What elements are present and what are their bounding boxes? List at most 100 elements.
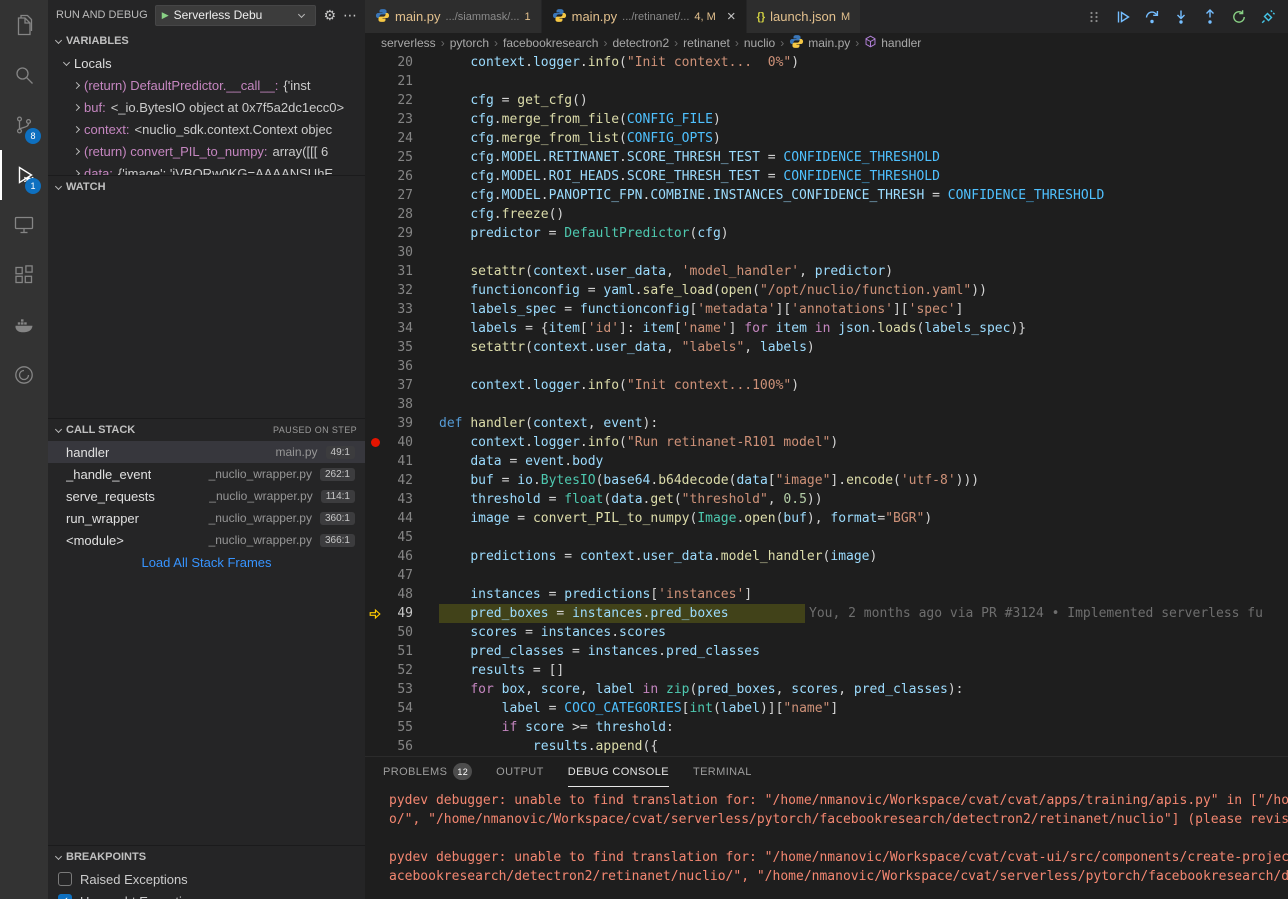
gutter-glyph-margin[interactable] [365, 680, 387, 699]
stack-frame-row[interactable]: _handle_event_nuclio_wrapper.py262:1 [48, 463, 365, 485]
line-content[interactable]: cfg = get_cfg() [439, 91, 588, 110]
gutter-glyph-margin[interactable] [365, 72, 387, 91]
checkbox[interactable]: ✓ [58, 894, 72, 899]
line-content[interactable]: context.logger.info("Init context... 0%"… [439, 53, 799, 72]
panel-tab-terminal[interactable]: TERMINAL [693, 757, 752, 787]
code-line[interactable]: 30 [365, 243, 1288, 262]
code-line[interactable]: 51 pred_classes = instances.pred_classes [365, 642, 1288, 661]
close-icon[interactable]: × [727, 9, 736, 24]
line-content[interactable]: image = convert_PIL_to_numpy(Image.open(… [439, 509, 932, 528]
code-line[interactable]: 55 if score >= threshold: [365, 718, 1288, 737]
editor-tab[interactable]: main.py.../retinanet/...4, M× [542, 0, 747, 33]
more-actions-icon[interactable]: ⋯ [343, 7, 357, 24]
code-line[interactable]: 39def handler(context, event): [365, 414, 1288, 433]
source-control-button[interactable]: 8 [0, 100, 48, 150]
code-line[interactable]: 43 threshold = float(data.get("threshold… [365, 490, 1288, 509]
gutter-glyph-margin[interactable] [365, 585, 387, 604]
gutter-glyph-margin[interactable] [365, 186, 387, 205]
gutter-glyph-margin[interactable] [365, 414, 387, 433]
breadcrumb-item[interactable]: nuclio [744, 36, 775, 50]
code-line[interactable]: 20 context.logger.info("Init context... … [365, 53, 1288, 72]
line-content[interactable]: predictions = context.user_data.model_ha… [439, 547, 877, 566]
gutter-glyph-margin[interactable] [365, 224, 387, 243]
line-content[interactable]: if score >= threshold: [439, 718, 674, 737]
breadcrumb-item[interactable]: pytorch [450, 36, 489, 50]
breakpoints-section-header[interactable]: BREAKPOINTS [48, 846, 365, 868]
breadcrumb-item[interactable]: handler [864, 35, 921, 51]
line-content[interactable]: scores = instances.scores [439, 623, 666, 642]
extensions-button[interactable] [0, 250, 48, 300]
breadcrumb-item[interactable]: retinanet [683, 36, 730, 50]
line-content[interactable]: cfg.MODEL.RETINANET.SCORE_THRESH_TEST = … [439, 148, 940, 167]
gutter-glyph-margin[interactable] [365, 623, 387, 642]
gutter-glyph-margin[interactable] [365, 547, 387, 566]
line-content[interactable]: threshold = float(data.get("threshold", … [439, 490, 823, 509]
gutter-glyph-margin[interactable] [365, 167, 387, 186]
code-line[interactable]: 25 cfg.MODEL.RETINANET.SCORE_THRESH_TEST… [365, 148, 1288, 167]
gutter-glyph-margin[interactable] [365, 338, 387, 357]
variables-section-header[interactable]: VARIABLES [48, 30, 365, 52]
code-line[interactable]: 42 buf = io.BytesIO(base64.b64decode(dat… [365, 471, 1288, 490]
gutter-glyph-margin[interactable] [365, 718, 387, 737]
breadcrumb-item[interactable]: main.py [789, 34, 850, 52]
disconnect-icon[interactable] [1260, 9, 1276, 25]
panel-tab-debug-console[interactable]: DEBUG CONSOLE [568, 757, 669, 787]
gutter-glyph-margin[interactable] [365, 281, 387, 300]
gutter-glyph-margin[interactable] [365, 319, 387, 338]
code-line[interactable]: 45 [365, 528, 1288, 547]
line-content[interactable]: buf = io.BytesIO(base64.b64decode(data["… [439, 471, 979, 490]
breakpoint-icon[interactable] [371, 438, 380, 447]
variable-row[interactable]: (return) convert_PIL_to_numpy:array([[[ … [48, 140, 365, 162]
variable-row[interactable]: context:<nuclio_sdk.context.Context obje… [48, 118, 365, 140]
code-line[interactable]: 27 cfg.MODEL.PANOPTIC_FPN.COMBINE.INSTAN… [365, 186, 1288, 205]
code-line[interactable]: 46 predictions = context.user_data.model… [365, 547, 1288, 566]
line-content[interactable]: context.logger.info("Run retinanet-R101 … [439, 433, 838, 452]
line-content[interactable]: def handler(context, event): [439, 414, 658, 433]
line-content[interactable]: cfg.freeze() [439, 205, 564, 224]
code-line[interactable]: 36 [365, 357, 1288, 376]
gutter-glyph-margin[interactable] [365, 661, 387, 680]
plugin-button[interactable] [0, 350, 48, 400]
code-line[interactable]: 53 for box, score, label in zip(pred_box… [365, 680, 1288, 699]
line-content[interactable]: setattr(context.user_data, "labels", lab… [439, 338, 815, 357]
code-line[interactable]: 29 predictor = DefaultPredictor(cfg) [365, 224, 1288, 243]
line-content[interactable]: cfg.MODEL.PANOPTIC_FPN.COMBINE.INSTANCES… [439, 186, 1104, 205]
breadcrumb-item[interactable]: facebookresearch [503, 36, 598, 50]
code-line[interactable]: 21 [365, 72, 1288, 91]
line-content[interactable]: cfg.merge_from_file(CONFIG_FILE) [439, 110, 721, 129]
line-content[interactable]: results.append({ [439, 737, 658, 756]
gutter-glyph-margin[interactable] [365, 452, 387, 471]
line-content[interactable]: results = [] [439, 661, 564, 680]
code-line[interactable]: 28 cfg.freeze() [365, 205, 1288, 224]
line-content[interactable]: pred_boxes = instances.pred_boxes [439, 604, 805, 623]
code-line[interactable]: 22 cfg = get_cfg() [365, 91, 1288, 110]
gutter-glyph-margin[interactable] [365, 509, 387, 528]
breakpoint-row[interactable]: ✓Uncaught Exceptions [48, 890, 365, 899]
line-content[interactable]: data = event.body [439, 452, 603, 471]
variable-row[interactable]: data:{'image': 'iVBORw0KG=AAAANSUhE [48, 162, 365, 175]
gutter-glyph-margin[interactable] [365, 528, 387, 547]
gutter-glyph-margin[interactable] [365, 262, 387, 281]
code-line[interactable]: 44 image = convert_PIL_to_numpy(Image.op… [365, 509, 1288, 528]
variable-row[interactable]: buf:<_io.BytesIO object at 0x7f5a2dc1ecc… [48, 96, 365, 118]
code-line[interactable]: 56 results.append({ [365, 737, 1288, 756]
line-content[interactable]: cfg.MODEL.ROI_HEADS.SCORE_THRESH_TEST = … [439, 167, 940, 186]
gutter-glyph-margin[interactable] [365, 300, 387, 319]
gutter-glyph-margin[interactable] [365, 53, 387, 72]
code-editor[interactable]: 20 context.logger.info("Init context... … [365, 53, 1288, 756]
line-content[interactable]: labels = {item['id']: item['name'] for i… [439, 319, 1026, 338]
step-over-icon[interactable] [1144, 9, 1160, 25]
code-line[interactable]: 31 setattr(context.user_data, 'model_han… [365, 262, 1288, 281]
code-line[interactable]: 34 labels = {item['id']: item['name'] fo… [365, 319, 1288, 338]
code-line[interactable]: 41 data = event.body [365, 452, 1288, 471]
line-content[interactable]: cfg.merge_from_list(CONFIG_OPTS) [439, 129, 721, 148]
code-line[interactable]: 35 setattr(context.user_data, "labels", … [365, 338, 1288, 357]
debug-console-output[interactable]: pydev debugger: unable to find translati… [365, 787, 1288, 899]
variable-row[interactable]: (return) DefaultPredictor.__call__:{'ins… [48, 74, 365, 96]
editor-tab[interactable]: {}launch.jsonM [747, 0, 862, 33]
code-line[interactable]: 38 [365, 395, 1288, 414]
code-line[interactable]: 47 [365, 566, 1288, 585]
line-content[interactable]: label = COCO_CATEGORIES[int(label)]["nam… [439, 699, 838, 718]
stack-frame-row[interactable]: <module>_nuclio_wrapper.py366:1 [48, 529, 365, 551]
checkbox[interactable] [58, 872, 72, 886]
